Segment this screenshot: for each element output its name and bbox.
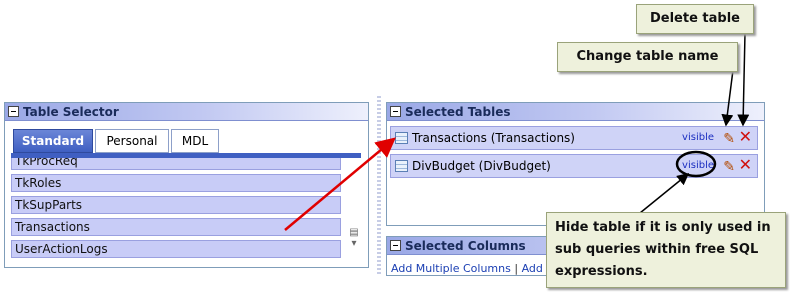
callout-hide-table: Hide table if it is only used in sub que… <box>546 212 786 288</box>
callout-change-table-name: Change table name <box>557 42 738 72</box>
red-drag-arrow <box>284 137 396 231</box>
callout-delete-table: Delete table <box>636 4 754 34</box>
rename-arrow <box>721 69 734 127</box>
visible-highlight-ellipse <box>675 150 717 178</box>
delete-arrow <box>737 32 750 127</box>
hide-arrow <box>639 173 690 214</box>
